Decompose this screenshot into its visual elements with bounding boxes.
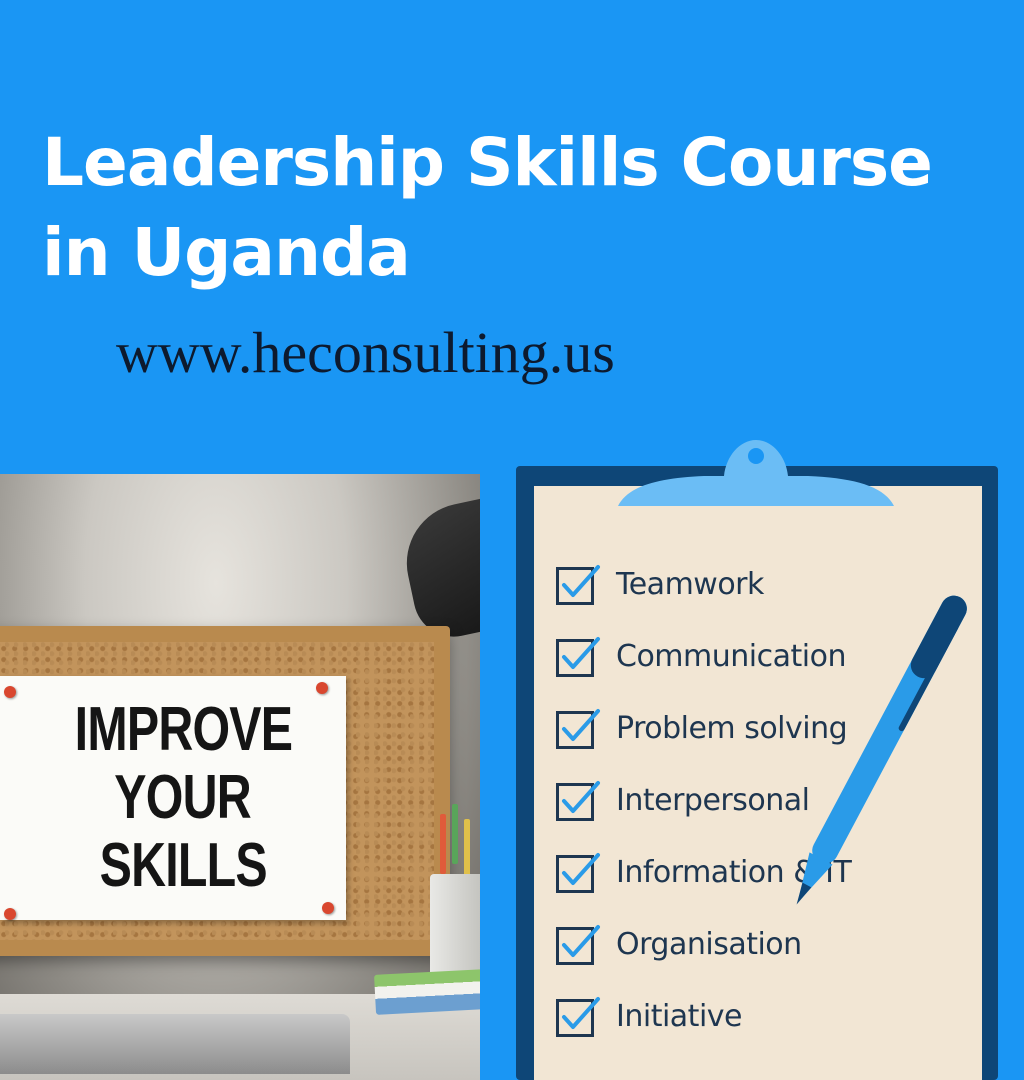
checkbox-checked-icon	[556, 565, 600, 605]
pencil	[452, 804, 458, 864]
checkbox-checked-icon	[556, 853, 600, 893]
skill-label: Initiative	[616, 998, 743, 1034]
skills-sign: IMPROVE YOUR SKILLS	[0, 676, 346, 920]
checkbox-checked-icon	[556, 925, 600, 965]
pencil	[464, 819, 470, 879]
skill-label: Teamwork	[616, 566, 764, 602]
push-pin	[4, 908, 16, 920]
sign-line-3: SKILLS	[99, 831, 267, 900]
pencil	[440, 814, 446, 874]
push-pin	[4, 686, 16, 698]
page-title: Leadership Skills Course in Uganda	[42, 118, 933, 298]
sign-line-2: YOUR	[114, 763, 252, 832]
desk-lamp	[395, 493, 480, 645]
checkbox-checked-icon	[556, 781, 600, 821]
improve-skills-photo: IMPROVE YOUR SKILLS	[0, 474, 480, 1080]
checkbox-checked-icon	[556, 997, 600, 1037]
push-pin	[322, 902, 334, 914]
checkbox-checked-icon	[556, 709, 600, 749]
list-item: Initiative	[556, 980, 851, 1052]
notebooks	[374, 969, 480, 1015]
laptop	[0, 1014, 350, 1074]
checkbox-checked-icon	[556, 637, 600, 677]
title-line-2: in Uganda	[42, 214, 411, 291]
pen-icon	[796, 595, 967, 905]
sign-line-1: IMPROVE	[74, 695, 292, 764]
website-url: www.heconsulting.us	[116, 320, 615, 385]
push-pin	[316, 682, 328, 694]
title-line-1: Leadership Skills Course	[42, 124, 933, 201]
clip-icon	[618, 440, 894, 506]
